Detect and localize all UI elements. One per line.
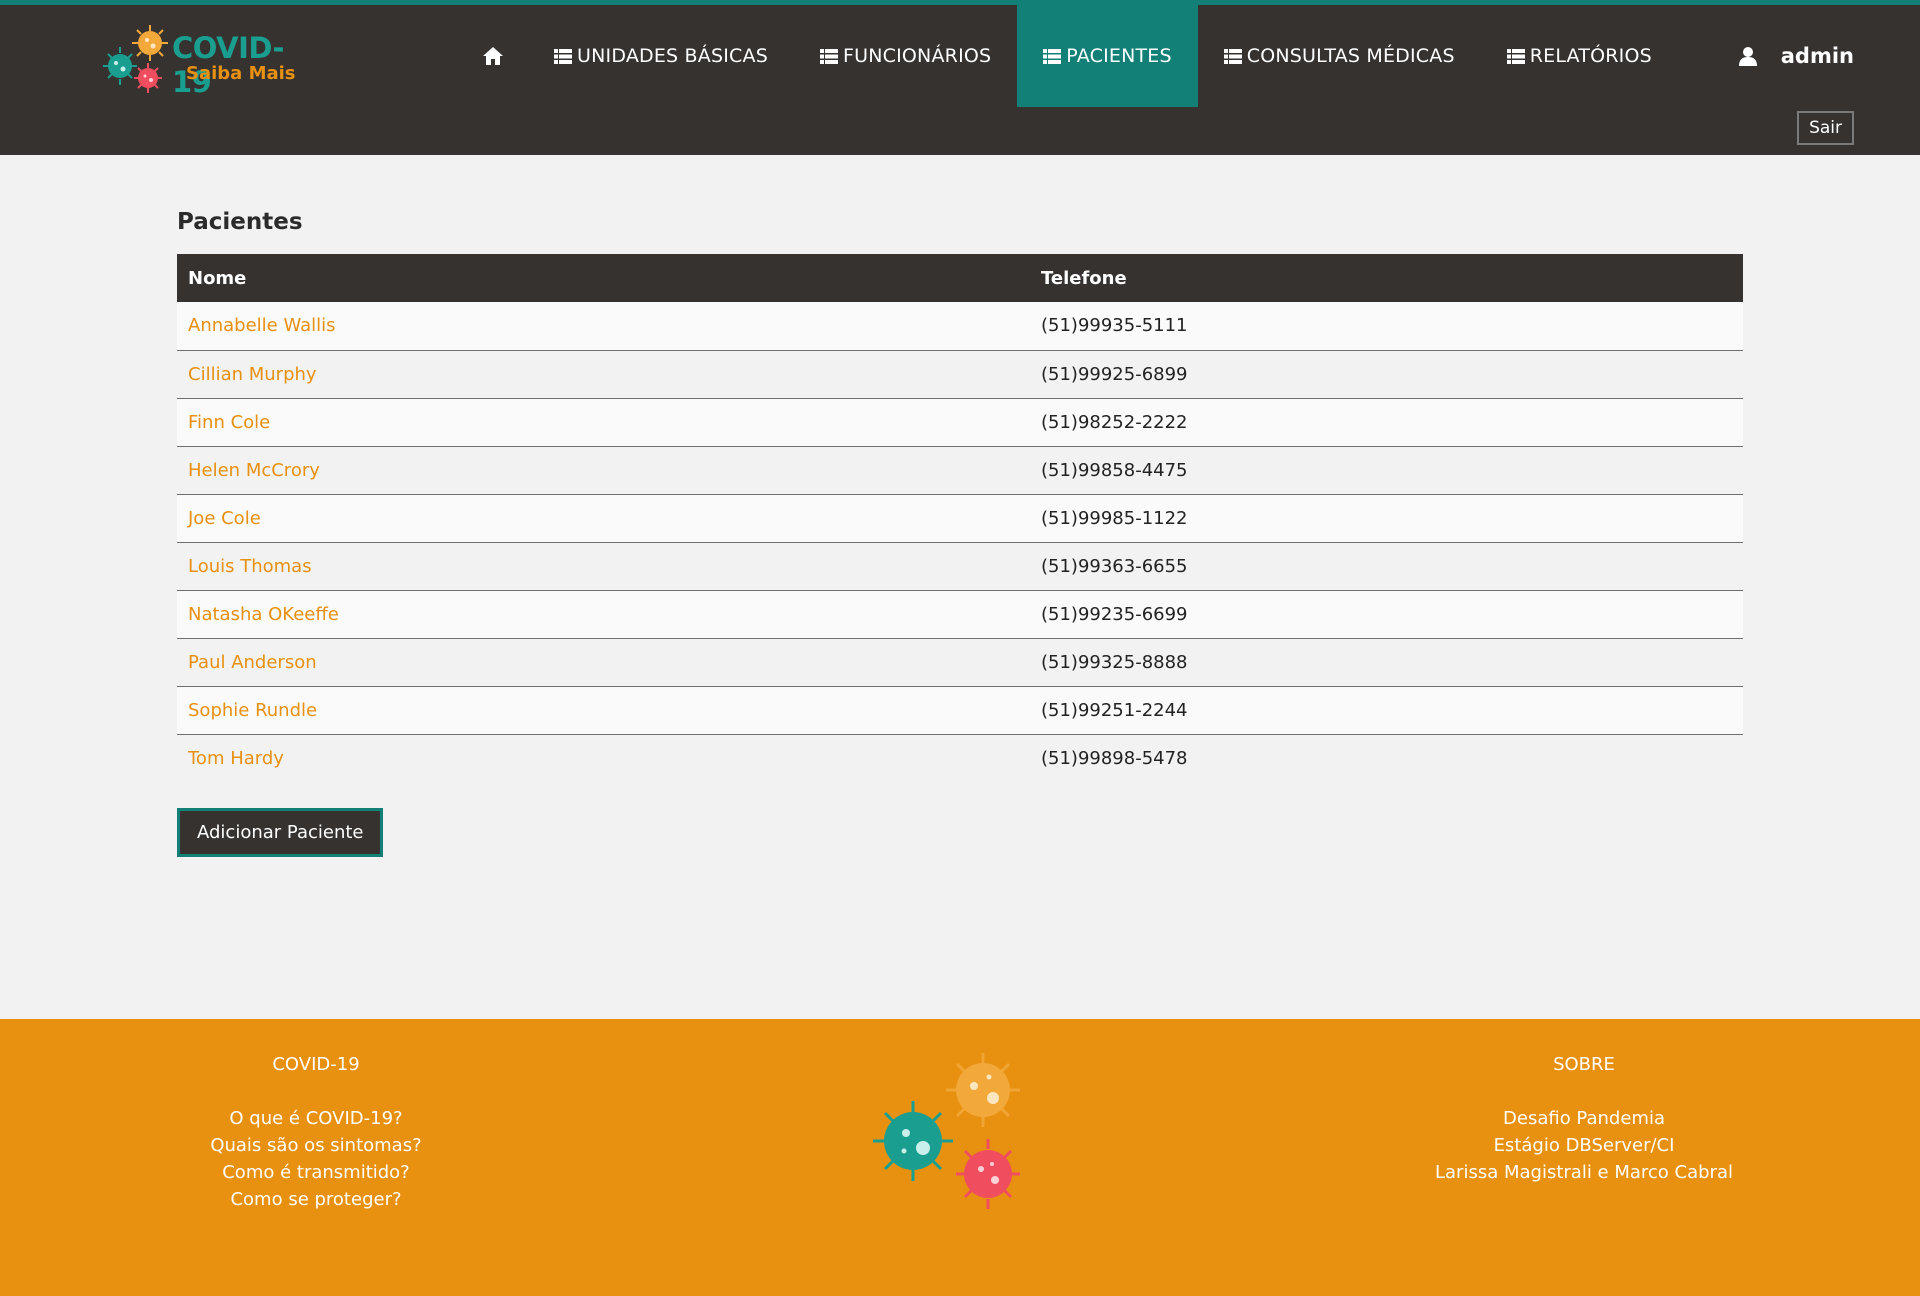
footer-text: Larissa Magistrali e Marco Cabral [1435, 1162, 1733, 1183]
patient-name-link[interactable]: Cillian Murphy [177, 350, 1030, 399]
patient-name-link[interactable]: Paul Anderson [177, 638, 1030, 687]
patient-name-link[interactable]: Louis Thomas [177, 542, 1030, 591]
footer-link[interactable]: Como se proteger? [106, 1186, 526, 1213]
footer-link[interactable]: O que é COVID-19? [106, 1105, 526, 1132]
patient-phone: (51)99935-5111 [1030, 302, 1743, 351]
patient-name-link[interactable]: Annabelle Wallis [177, 302, 1030, 351]
virus-logo-icon [103, 25, 168, 93]
patient-phone: (51)99325-8888 [1030, 638, 1743, 687]
user-icon [1738, 47, 1757, 66]
column-header-nome: Nome [188, 267, 247, 289]
patient-phone: (51)98252-2222 [1030, 398, 1743, 447]
table-row: Annabelle Wallis (51)99935-5111 [177, 302, 1743, 351]
logo-subtitle: Saiba Mais [186, 63, 296, 84]
table-row: Paul Anderson (51)99325-8888 [177, 638, 1743, 687]
username: admin [1780, 44, 1854, 68]
site-logo[interactable]: COVID-19 Saiba Mais [100, 19, 310, 99]
footer-covid-column: COVID-19 O que é COVID-19? Quais são os … [106, 1051, 526, 1213]
list-icon [1043, 48, 1062, 64]
footer-text: Desafio Pandemia [1503, 1108, 1665, 1129]
virus-illustration-icon [873, 1053, 1020, 1209]
patient-name-link[interactable]: Finn Cole [177, 398, 1030, 447]
footer-text: Estágio DBServer/CI [1493, 1135, 1675, 1156]
nav-home[interactable] [470, 5, 528, 107]
list-icon [554, 48, 572, 64]
page-title: Pacientes [177, 209, 303, 235]
nav-consultas-medicas[interactable]: CONSULTAS MÉDICAS [1198, 5, 1481, 107]
footer-column-title: COVID-19 [272, 1054, 360, 1075]
nav-pacientes[interactable]: PACIENTES [1017, 5, 1198, 107]
patient-phone: (51)99251-2244 [1030, 686, 1743, 735]
table-row: Sophie Rundle (51)99251-2244 [177, 686, 1743, 735]
patient-name-link[interactable]: Tom Hardy [177, 734, 1030, 782]
patient-phone: (51)99985-1122 [1030, 494, 1743, 543]
add-patient-button[interactable]: Adicionar Paciente [177, 808, 384, 857]
table-row: Louis Thomas (51)99363-6655 [177, 542, 1743, 591]
list-icon [819, 48, 838, 64]
patient-name-link[interactable]: Natasha OKeeffe [177, 590, 1030, 639]
table-row: Finn Cole (51)98252-2222 [177, 398, 1743, 447]
table-row: Helen McCrory (51)99858-4475 [177, 446, 1743, 495]
footer-column-title: SOBRE [1553, 1054, 1615, 1075]
footer: COVID-19 O que é COVID-19? Quais são os … [0, 1019, 1920, 1296]
nav-label: UNIDADES BÁSICAS [577, 45, 768, 67]
patient-phone: (51)99858-4475 [1030, 446, 1743, 495]
patient-phone: (51)99925-6899 [1030, 350, 1743, 399]
footer-sobre-column: SOBRE Desafio Pandemia Estágio DBServer/… [1374, 1051, 1794, 1186]
table-row: Cillian Murphy (51)99925-6899 [177, 350, 1743, 399]
patient-phone: (51)99363-6655 [1030, 542, 1743, 591]
patient-name-link[interactable]: Joe Cole [177, 494, 1030, 543]
footer-link[interactable]: Quais são os sintomas? [106, 1132, 526, 1159]
patient-name-link[interactable]: Helen McCrory [177, 446, 1030, 495]
nav-label: PACIENTES [1066, 45, 1172, 67]
patient-phone: (51)99898-5478 [1041, 747, 1188, 769]
column-header-telefone: Telefone [1041, 267, 1127, 289]
main-nav: UNIDADES BÁSICAS FUNCIONÁRIOS PACIENTES [470, 5, 1678, 107]
table-row: Tom Hardy (51)99898-5478 [177, 734, 1743, 782]
list-icon [1223, 48, 1242, 64]
table-row: Natasha OKeeffe (51)99235-6699 [177, 590, 1743, 639]
home-icon [483, 47, 503, 65]
nav-label: CONSULTAS MÉDICAS [1246, 45, 1455, 67]
top-navbar: COVID-19 Saiba Mais UNIDADES BÁSICAS FUN… [0, 0, 1920, 155]
nav-label: FUNCIONÁRIOS [842, 45, 992, 67]
patients-table: Nome Telefone Annabelle Wallis (51)99935-… [177, 254, 1743, 782]
table-row: Joe Cole (51)99985-1122 [177, 494, 1743, 543]
table-header-row: Nome Telefone [177, 254, 1743, 302]
nav-funcionarios[interactable]: FUNCIONÁRIOS [794, 5, 1017, 107]
user-menu[interactable]: admin [1738, 5, 1854, 107]
nav-label: RELATÓRIOS [1529, 45, 1652, 67]
nav-relatorios[interactable]: RELATÓRIOS [1481, 5, 1678, 107]
logout-button[interactable]: Sair [1797, 111, 1854, 145]
patient-name-link[interactable]: Sophie Rundle [177, 686, 1030, 735]
nav-unidades-basicas[interactable]: UNIDADES BÁSICAS [528, 5, 794, 107]
footer-link[interactable]: Como é transmitido? [106, 1159, 526, 1186]
list-icon [1506, 48, 1525, 64]
patient-phone: (51)99235-6699 [1030, 590, 1743, 639]
